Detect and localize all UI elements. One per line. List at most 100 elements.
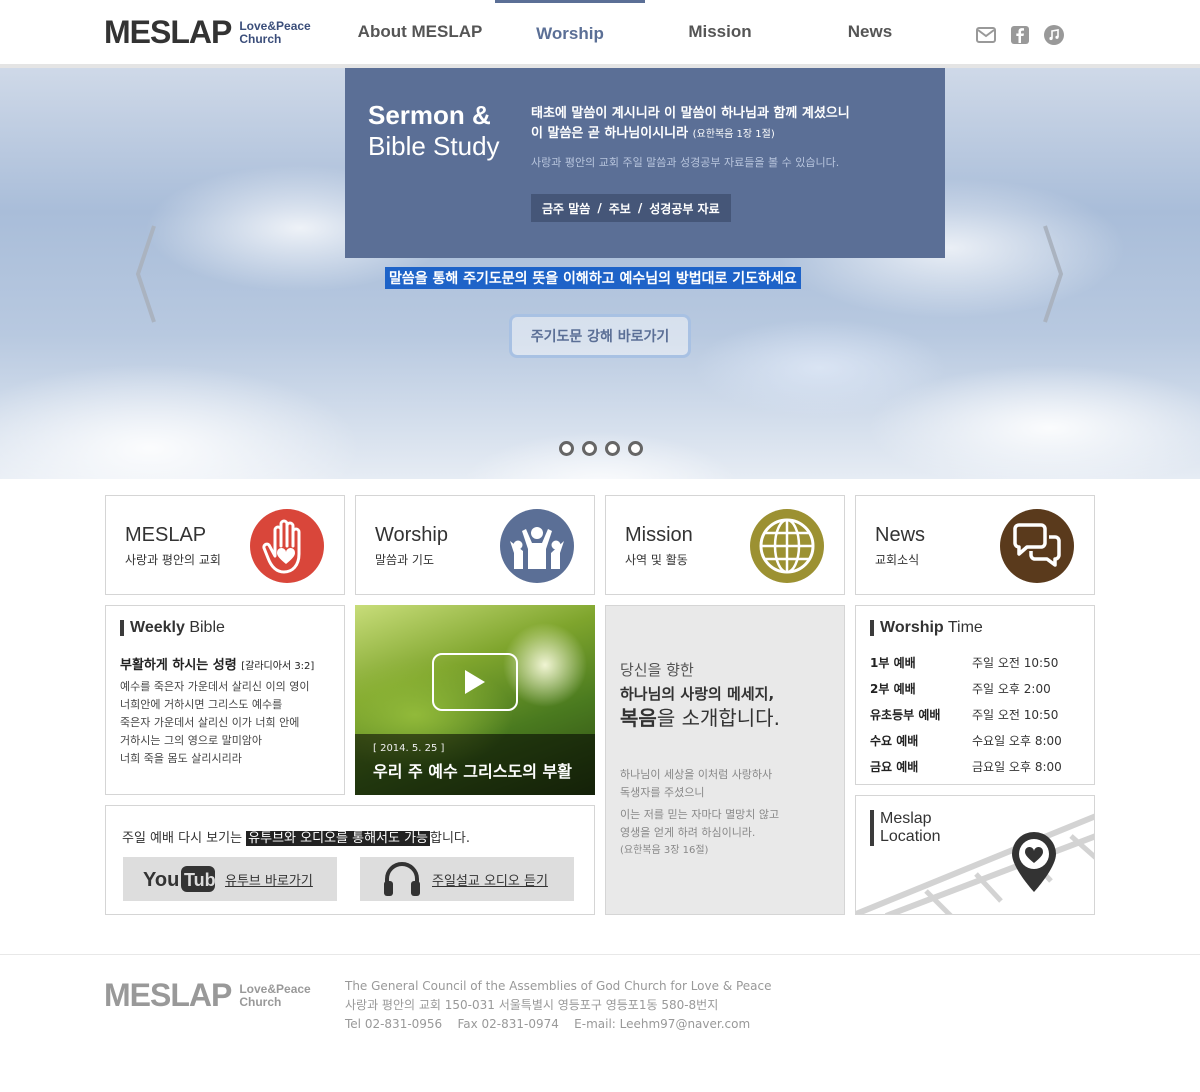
weekly-bible-title-bold: Weekly [130,619,185,636]
gospel-verse-line: 하나님이 세상을 이처럼 사랑하사 [620,768,773,781]
hero-title: Sermon & Bible Study [368,100,500,162]
logo[interactable]: MESLAP Love&Peace Church [104,14,311,51]
globe-icon [750,509,824,583]
hero-verse-line2: 이 말씀은 곧 하나님이시니라 [531,126,689,141]
slide-dot-1[interactable] [559,441,574,456]
worship-time-title: Worship Time [870,620,983,636]
link-this-week-sermon[interactable]: 금주 말씀 [542,200,590,217]
next-slide-arrow-icon[interactable] [1041,224,1065,324]
link-separator: / [637,201,643,215]
worship-time-title-light: Time [947,619,983,636]
service-name: 1부 예배 [870,656,916,670]
worship-time-title-bold: Worship [880,619,944,636]
bible-line: 죽은자 가운데서 살리신 이가 너희 안에 [120,716,300,729]
footer-org-name: The General Council of the Assemblies of… [345,979,772,993]
play-icon [465,670,485,694]
hand-heart-icon [250,509,324,583]
audio-button[interactable]: 주일설교 오디오 듣기 [360,857,574,901]
video-caption: [ 2014. 5. 25 ] 우리 주 예수 그리스도의 부활 [355,734,595,795]
service-time: 금요일 오후 8:00 [972,760,1062,774]
play-button[interactable] [432,653,518,711]
hero-description: 사랑과 평안의 교회 주일 말씀과 성경공부 자료들을 볼 수 있습니다. [531,156,840,169]
location-title-line1: Meslap [880,810,932,827]
service-name: 2부 예배 [870,682,916,696]
link-separator: / [597,201,602,215]
nav-about[interactable]: About MESLAP [345,0,495,64]
header-icons [975,24,1065,46]
quick-card-worship[interactable]: Worship 말씀과 기도 [355,495,595,595]
slide-dot-4[interactable] [628,441,643,456]
facebook-icon[interactable] [1009,24,1031,46]
location-card[interactable]: Meslap Location [855,795,1095,915]
bible-verse-heading[interactable]: 부활하게 하시는 성령 [갈라디아서 3:2] [120,654,314,673]
footer-logo[interactable]: MESLAP Love&Peace Church [104,977,311,1014]
service-name: 금요 예배 [870,760,919,774]
worship-time-card: Worship Time 1부 예배 주일 오전 10:50 2부 예배 주일 오후… [855,605,1095,785]
logo-sub-line2: Church [239,31,282,46]
nav-worship[interactable]: Worship [495,0,645,64]
youtube-button[interactable]: You Tube 유투브 바로가기 [123,857,337,901]
hero-title-light: Bible Study [368,131,500,161]
logo-text: MESLAP [104,14,232,50]
quick-card-meslap[interactable]: MESLAP 사랑과 평안의 교회 [105,495,345,595]
weekly-bible-card: Weekly Bible 부활하게 하시는 성령 [갈라디아서 3:2] 예수를… [105,605,345,795]
prev-slide-arrow-icon[interactable] [134,224,158,324]
location-title-line2: Location [880,828,941,845]
link-bulletin[interactable]: 주보 [609,200,631,217]
nav-news[interactable]: News [795,0,945,64]
worship-time-row: 유초등부 예배 주일 오전 10:50 [870,706,1070,723]
bible-line: 너희안에 거하시면 그리스도 예수를 [120,698,283,711]
video-title: 우리 주 예수 그리스도의 부활 [373,762,572,781]
quick-card-subtitle: 말씀과 기도 [375,553,435,567]
music-icon[interactable] [1043,24,1065,46]
service-name: 수요 예배 [870,734,919,748]
footer-logo-sub-line2: Church [239,994,282,1009]
gospel-verse-ref: (요한복음 3장 16절) [620,845,709,856]
worship-replay-card: 주일 예배 다시 보기는 유투브와 오디오를 통해서도 가능 합니다. You T… [105,805,595,915]
gospel-message-panel: 당신을 향한 하나님의 사랑의 메세지, 복음을 소개합니다. 하나님이 세상을… [605,605,845,915]
weekly-bible-title: Weekly Bible [120,620,225,636]
header: MESLAP Love&Peace Church About MESLAP Wo… [0,0,1200,68]
hero-title-bold: Sermon & [368,100,491,130]
worship-time-row: 2부 예배 주일 오후 2:00 [870,680,1070,697]
service-time: 주일 오전 10:50 [972,708,1059,722]
footer: MESLAP Love&Peace Church The General Cou… [0,954,1200,1092]
bible-line: 거하시는 그의 영으로 말미암아 [120,734,263,747]
service-time: 수요일 오후 8:00 [972,734,1062,748]
bible-verse-ref: [갈라디아서 3:2] [241,661,315,672]
gospel-verse-line: 이는 저를 믿는 자마다 멸망치 않고 [620,808,780,821]
worship-time-row: 금요 예배 금요일 오후 8:00 [870,758,1070,775]
bible-verse-title: 부활하게 하시는 성령 [120,658,237,673]
footer-logo-text: MESLAP [104,977,232,1013]
location-title: Meslap Location [870,810,941,846]
nav-mission[interactable]: Mission [645,0,795,64]
footer-contact: Tel 02-831-0956 Fax 02-831-0974 E-mail: … [345,1017,751,1031]
footer-logo-sub-line1: Love&Peace [239,981,311,996]
service-time: 주일 오전 10:50 [972,656,1059,670]
logo-sub-line1: Love&Peace [239,18,311,33]
logo-subtitle: Love&Peace Church [239,18,311,46]
sermon-panel: Sermon & Bible Study 태초에 말씀이 계시니라 이 말씀이 … [345,68,945,258]
footer-info: The General Council of the Assemblies of… [345,977,772,1034]
footer-logo-subtitle: Love&Peace Church [239,981,311,1009]
lords-prayer-button[interactable]: 주기도문 강해 바로가기 [509,314,691,358]
video-date: [ 2014. 5. 25 ] [373,743,445,754]
replay-text-after: 합니다. [430,831,471,846]
gospel-line3-bold: 복음 [620,706,657,730]
quick-card-news[interactable]: News 교회소식 [855,495,1095,595]
service-time: 주일 오후 2:00 [972,682,1051,696]
slide-dot-3[interactable] [605,441,620,456]
slide-dot-2[interactable] [582,441,597,456]
mail-icon[interactable] [975,24,997,46]
headphones-icon [384,862,420,896]
link-bible-study[interactable]: 성경공부 자료 [649,200,719,217]
quick-card-mission[interactable]: Mission 사역 및 활동 [605,495,845,595]
replay-text: 주일 예배 다시 보기는 유투브와 오디오를 통해서도 가능 합니다. [122,827,470,846]
footer-address: 사랑과 평안의 교회 150-031 서울특별시 영등포구 영등포1동 580-… [345,998,719,1012]
bible-line: 너희 죽을 몸도 살리시리라 [120,752,242,765]
quick-card-subtitle: 사랑과 평안의 교회 [125,553,221,567]
map-pin-heart-icon [1012,832,1056,892]
quick-card-title: Worship [375,524,448,546]
youtube-logo-icon: You Tube [143,866,215,892]
sermon-video-thumbnail[interactable]: [ 2014. 5. 25 ] 우리 주 예수 그리스도의 부활 [355,605,595,795]
